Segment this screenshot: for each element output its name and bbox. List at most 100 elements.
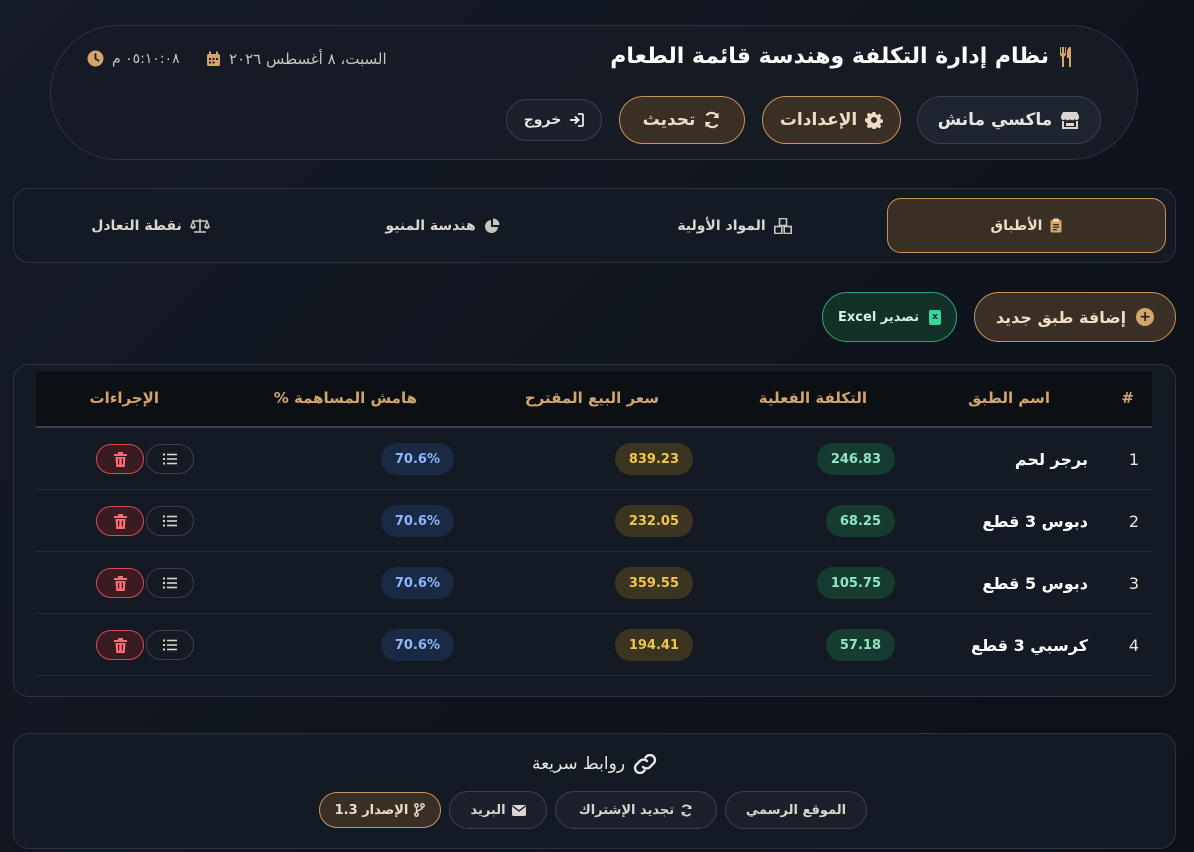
margin-badge: 70.6%	[380, 505, 454, 537]
list-icon	[163, 515, 177, 527]
code-branch-icon	[414, 803, 426, 817]
dish-name: برجر لحم	[1014, 449, 1088, 469]
cost-badge: 105.75	[816, 567, 895, 599]
website-link[interactable]: الموقع الرسمي	[725, 791, 867, 829]
row-index: 2	[1128, 511, 1139, 531]
dishes-table-panel: # اسم الطبق التكلفة الفعلية سعر البيع ال…	[13, 364, 1176, 697]
table-row: 4 كرسبي 3 قطع 57.18 194.41 70.6%	[36, 614, 1152, 676]
add-dish-button[interactable]: + إضافة طبق جديد	[974, 292, 1176, 342]
settings-button[interactable]: الإعدادات	[762, 96, 901, 144]
version-badge[interactable]: الإصدار 1.3	[319, 792, 441, 828]
cost-badge: 57.18	[825, 629, 895, 661]
details-button[interactable]	[146, 630, 194, 660]
mail-label: البريد	[470, 802, 506, 818]
time-display: ٠٥:١٠:٠٨ م	[87, 50, 180, 67]
renew-subscription-link[interactable]: تجديد الإشتراك	[555, 791, 717, 829]
scale-icon	[189, 218, 210, 234]
settings-label: الإعدادات	[779, 110, 858, 130]
margin-badge: 70.6%	[380, 629, 454, 661]
pie-chart-icon	[484, 218, 500, 234]
tab-raw-materials[interactable]: المواد الأولية	[595, 198, 874, 253]
header-index: #	[1121, 389, 1134, 407]
date-display: السبت، ٨ أغسطس ٢٠٢٦	[206, 50, 387, 68]
tab-dishes-label: الأطباق	[990, 217, 1043, 234]
gear-icon	[865, 111, 884, 129]
version-label: الإصدار 1.3	[334, 802, 409, 818]
row-index: 3	[1128, 573, 1139, 593]
trash-icon	[113, 575, 127, 591]
renew-subscription-label: تجديد الإشتراك	[578, 802, 675, 818]
tab-menu-engineering[interactable]: هندسة المنيو	[303, 198, 582, 253]
trash-icon	[113, 637, 127, 653]
clipboard-icon	[1050, 218, 1062, 233]
details-button[interactable]	[146, 568, 194, 598]
sign-out-icon	[569, 113, 585, 127]
store-label: ماكسي مانش	[937, 110, 1053, 130]
margin-badge: 70.6%	[380, 567, 454, 599]
clock-icon	[87, 50, 104, 67]
refresh-button[interactable]: تحديث	[619, 96, 745, 144]
tab-break-even[interactable]: نقطة التعادل	[11, 198, 290, 253]
margin-badge: 70.6%	[380, 443, 454, 475]
store-button[interactable]: ماكسي مانش	[917, 96, 1101, 144]
app-title-text: نظام إدارة التكلفة وهندسة قائمة الطعام	[610, 44, 1049, 69]
dish-name: كرسبي 3 قطع	[971, 635, 1088, 655]
delete-button[interactable]	[96, 630, 144, 660]
website-link-label: الموقع الرسمي	[745, 802, 847, 818]
list-icon	[163, 639, 177, 651]
logout-label: خروج	[523, 112, 562, 128]
trash-icon	[113, 451, 127, 467]
cost-badge: 246.83	[816, 443, 895, 475]
header-name: اسم الطبق	[968, 389, 1050, 407]
details-button[interactable]	[146, 444, 194, 474]
plus-circle-icon: +	[1136, 308, 1155, 326]
tab-break-even-label: نقطة التعادل	[91, 217, 182, 234]
delete-button[interactable]	[96, 506, 144, 536]
store-icon	[1060, 111, 1080, 129]
export-excel-label: تصدير Excel	[838, 309, 919, 325]
header-actions: الإجراءات	[89, 389, 159, 407]
boxes-icon	[773, 217, 792, 234]
row-index: 1	[1128, 449, 1139, 469]
details-button[interactable]	[146, 506, 194, 536]
header-price: سعر البيع المقترح	[524, 389, 659, 407]
app-header: نظام إدارة التكلفة وهندسة قائمة الطعام ا…	[50, 25, 1138, 160]
mail-link[interactable]: البريد	[449, 791, 547, 829]
logout-button[interactable]: خروج	[506, 99, 602, 141]
table-row: 1 برجر لحم 246.83 839.23 70.6%	[36, 428, 1152, 490]
price-badge: 359.55	[614, 567, 693, 599]
main-tabs: الأطباق المواد الأولية هندسة المنيو نقطة…	[13, 188, 1176, 263]
dish-name: دبوس 5 قطع	[982, 573, 1088, 593]
tab-raw-materials-label: المواد الأولية	[677, 217, 766, 234]
app-title: نظام إدارة التكلفة وهندسة قائمة الطعام	[610, 44, 1077, 69]
add-dish-label: إضافة طبق جديد	[995, 307, 1127, 327]
delete-button[interactable]	[96, 444, 144, 474]
row-index: 4	[1128, 635, 1139, 655]
dish-name: دبوس 3 قطع	[982, 511, 1088, 531]
quick-links-title-text: روابط سريعة	[531, 754, 626, 774]
quick-links-title: روابط سريعة	[14, 754, 1175, 774]
price-badge: 194.41	[614, 629, 693, 661]
refresh-icon	[703, 111, 721, 129]
excel-file-icon: x	[928, 309, 941, 325]
delete-button[interactable]	[96, 568, 144, 598]
refresh-label: تحديث	[642, 110, 696, 130]
cost-badge: 68.25	[825, 505, 895, 537]
list-icon	[163, 453, 177, 465]
table-row: 3 دبوس 5 قطع 105.75 359.55 70.6%	[36, 552, 1152, 614]
utensils-icon	[1057, 46, 1077, 68]
link-icon	[633, 754, 657, 774]
table-header: # اسم الطبق التكلفة الفعلية سعر البيع ال…	[36, 371, 1152, 428]
price-badge: 232.05	[614, 505, 693, 537]
refresh-icon	[680, 804, 693, 817]
trash-icon	[113, 513, 127, 529]
quick-links-footer: روابط سريعة الموقع الرسمي تجديد الإشتراك…	[13, 733, 1176, 849]
envelope-icon	[511, 804, 526, 816]
calendar-icon	[206, 51, 221, 67]
export-excel-button[interactable]: x تصدير Excel	[822, 292, 957, 342]
tab-menu-engineering-label: هندسة المنيو	[385, 217, 476, 234]
header-margin: هامش المساهمة %	[273, 389, 417, 407]
tab-dishes[interactable]: الأطباق	[887, 198, 1166, 253]
date-text: السبت، ٨ أغسطس ٢٠٢٦	[229, 50, 387, 68]
table-row: 2 دبوس 3 قطع 68.25 232.05 70.6%	[36, 490, 1152, 552]
